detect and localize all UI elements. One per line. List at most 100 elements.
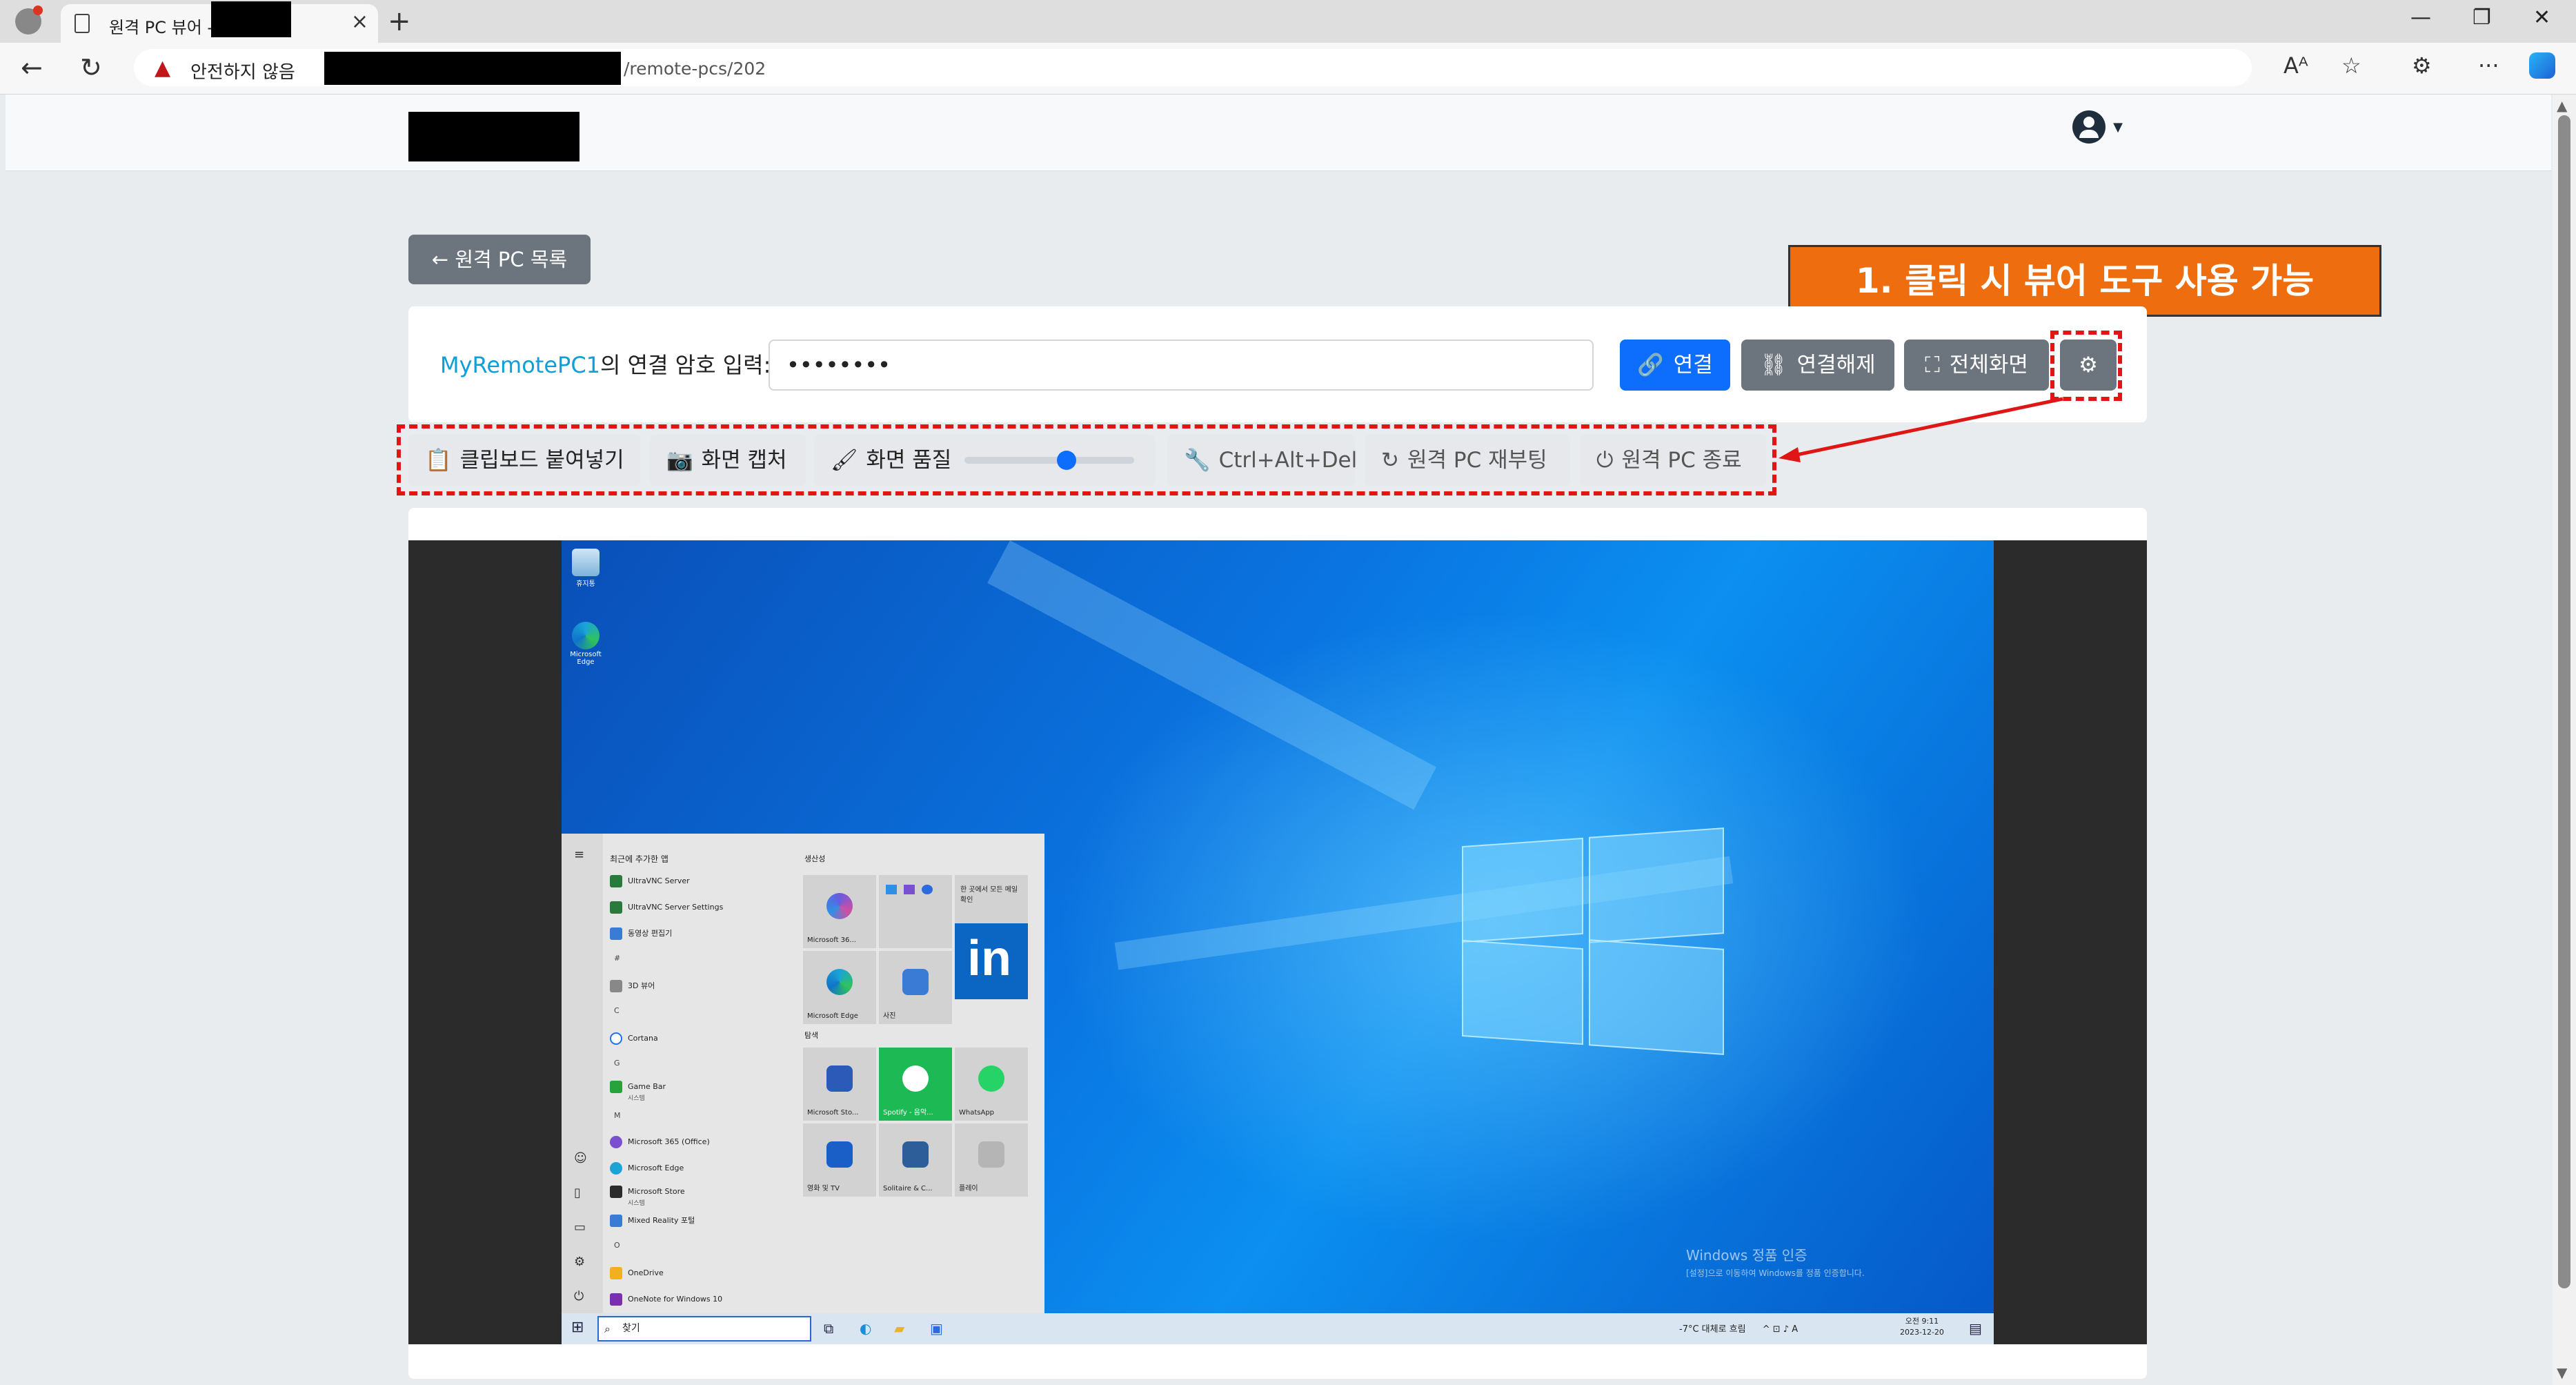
user-icon[interactable]: ☺	[574, 1151, 587, 1166]
fullscreen-button[interactable]: ⛶ 전체화면	[1904, 340, 2049, 391]
start-menu: ≡ ☺ ▯ ▭ ⚙ ⏻ 최근에 추가한 앱 UltraVNC Server Ul…	[562, 834, 1044, 1317]
close-icon[interactable]: ×	[351, 10, 368, 34]
tile-movies[interactable]: 영화 및 TV	[803, 1123, 876, 1197]
connect-button[interactable]: 🔗 연결	[1620, 340, 1730, 391]
recent-apps-header: 최근에 추가한 앱	[610, 854, 668, 864]
app-item[interactable]: Microsoft 365 (Office)	[610, 1136, 710, 1148]
refresh-icon[interactable]: ↻	[80, 52, 102, 83]
favorite-star-icon[interactable]: ☆	[2341, 52, 2361, 79]
search-icon: ⌕	[604, 1322, 611, 1335]
url-field[interactable]: ▲ 안전하지 않음 /remote-pcs/202	[134, 49, 2252, 86]
notification-icon[interactable]: ▤	[1969, 1320, 1982, 1337]
expand-icon: ⛶	[1925, 353, 1940, 377]
watermark-title: Windows 정품 인증	[1686, 1247, 1807, 1264]
taskbar-clock[interactable]: 오전 9:11 2023-12-20	[1900, 1316, 1944, 1338]
minimize-icon[interactable]: —	[2410, 6, 2431, 30]
letter-header[interactable]: C	[614, 1006, 620, 1015]
tile-solitaire[interactable]: Solitaire & C...	[879, 1123, 952, 1197]
edge-taskbar-icon[interactable]: ◐	[860, 1320, 871, 1337]
link-icon: 🔗	[1637, 353, 1664, 377]
disconnect-button[interactable]: ⛓ 연결해제	[1741, 340, 1894, 391]
task-view-icon[interactable]: ⧉	[824, 1320, 833, 1337]
redacted-block	[324, 52, 621, 85]
back-to-list-label: 원격 PC 목록	[455, 248, 568, 271]
user-menu[interactable]: ▼	[2072, 110, 2123, 144]
letter-header[interactable]: M	[614, 1111, 621, 1120]
tile-office-apps[interactable]	[879, 875, 952, 948]
app-item[interactable]: UltraVNC Server Settings	[610, 901, 723, 914]
fullscreen-label: 전체화면	[1949, 353, 2028, 377]
taskbar-search[interactable]: ⌕ 찾기	[597, 1316, 811, 1342]
scroll-thumb[interactable]	[2558, 115, 2570, 1288]
tile-edge[interactable]: Microsoft Edge	[803, 951, 876, 1024]
tile-play[interactable]: 플레이	[955, 1123, 1028, 1197]
restore-icon[interactable]: ❐	[2473, 6, 2491, 30]
back-to-list-button[interactable]: ← 원격 PC 목록	[408, 235, 591, 284]
app-item[interactable]: Mixed Reality 포털	[610, 1215, 695, 1227]
app-item[interactable]: Cortana	[610, 1032, 658, 1045]
explore-group-title: 탐색	[804, 1031, 819, 1040]
password-input[interactable]: ••••••••	[769, 340, 1594, 391]
clock-time: 오전 9:11	[1905, 1317, 1939, 1326]
remote-taskbar: ⊞ ⌕ 찾기 ⧉ ◐ ▰ ▣ -7°C 대체로 흐림 ^ ⊡ ♪ A 오전 9:…	[562, 1313, 1994, 1344]
back-arrow-icon[interactable]: ←	[21, 52, 43, 83]
app-item[interactable]: Microsoft Store 시스템	[610, 1186, 685, 1207]
extensions-icon[interactable]: ⚙	[2412, 52, 2432, 79]
connect-label: 연결	[1673, 353, 1713, 377]
tile-m365[interactable]: Microsoft 36...	[803, 875, 876, 948]
app-item[interactable]: 동영상 편집기	[610, 927, 672, 940]
weather-text[interactable]: -7°C 대체로 흐림	[1679, 1324, 1746, 1335]
arrow-left-icon: ←	[431, 248, 455, 271]
letter-header[interactable]: #	[614, 954, 620, 963]
letter-header[interactable]: O	[614, 1241, 620, 1250]
store-taskbar-icon[interactable]: ▣	[930, 1320, 943, 1337]
app-item[interactable]: Microsoft Edge	[610, 1162, 684, 1175]
hamburger-icon[interactable]: ≡	[574, 847, 584, 862]
tile-photos[interactable]: 사진	[879, 951, 952, 1024]
app-item[interactable]: 3D 뷰어	[610, 980, 655, 992]
app-item[interactable]: Game Bar 시스템	[610, 1081, 666, 1102]
plus-icon[interactable]: +	[388, 6, 411, 37]
settings-icon[interactable]: ⚙	[574, 1255, 585, 1269]
app-item[interactable]: UltraVNC Server	[610, 875, 690, 887]
ime-indicator[interactable]: A	[1792, 1324, 1798, 1335]
security-warning[interactable]: 안전하지 않음	[190, 58, 295, 84]
activation-watermark: Windows 정품 인증 [설정]으로 이동하여 Windows를 정품 인증…	[1686, 1244, 1865, 1279]
annotation-highlight-toolbar	[397, 424, 1776, 495]
tray-icons[interactable]: ^ ⊡ ♪	[1763, 1324, 1792, 1335]
more-icon[interactable]: ···	[2478, 52, 2499, 79]
read-aloud-icon[interactable]: Aᴬ	[2283, 52, 2308, 79]
file-explorer-icon[interactable]: ▰	[894, 1320, 904, 1337]
system-tray[interactable]: -7°C 대체로 흐림 ^ ⊡ ♪ A	[1679, 1322, 1798, 1335]
windows-start-icon[interactable]: ⊞	[571, 1319, 584, 1336]
tile-store[interactable]: Microsoft Sto...	[803, 1048, 876, 1121]
document-icon[interactable]: ▯	[574, 1186, 581, 1200]
app-item[interactable]: OneNote for Windows 10	[610, 1293, 722, 1306]
remote-desktop[interactable]: 휴지통 Microsoft Edge ≡ ☺ ▯ ▭ ⚙ ⏻ 최근에 추가한 앱…	[562, 540, 1994, 1344]
password-label: MyRemotePC1의 연결 암호 입력:	[440, 348, 771, 380]
site-header	[6, 95, 2551, 171]
edge-desktop-icon[interactable]: Microsoft Edge	[570, 622, 602, 666]
tile-whatsapp[interactable]: WhatsApp	[955, 1048, 1028, 1121]
user-circle-icon[interactable]	[2072, 110, 2106, 144]
start-rail: ≡ ☺ ▯ ▭ ⚙ ⏻	[562, 834, 603, 1317]
windows-logo	[1462, 827, 1724, 1055]
power-icon[interactable]: ⏻	[574, 1289, 584, 1304]
password-label-text: 의 연결 암호 입력:	[600, 352, 771, 378]
window-close-icon[interactable]: ✕	[2533, 6, 2550, 30]
page-scrollbar[interactable]: ▲ ▼	[2553, 95, 2576, 1385]
remote-screen[interactable]: 휴지통 Microsoft Edge ≡ ☺ ▯ ▭ ⚙ ⏻ 최근에 추가한 앱…	[408, 540, 2147, 1344]
picture-icon[interactable]: ▭	[574, 1220, 586, 1235]
site-logo[interactable]	[408, 112, 579, 161]
app-item[interactable]: OneDrive	[610, 1267, 664, 1279]
tile-spotify[interactable]: Spotify - 음악...	[879, 1048, 952, 1121]
tile-linkedin[interactable]: in	[955, 923, 1028, 999]
copilot-icon[interactable]	[2529, 52, 2555, 79]
scroll-up-icon[interactable]: ▲	[2557, 97, 2567, 114]
pc-name: MyRemotePC1	[440, 352, 601, 378]
recycle-bin-icon[interactable]: 휴지통	[570, 549, 602, 588]
caret-down-icon[interactable]: ▼	[2113, 120, 2123, 135]
scroll-down-icon[interactable]: ▼	[2557, 1364, 2567, 1381]
browser-tab-bar: 원격 PC 뷰어 - × + — ❐ ✕	[0, 0, 2576, 43]
letter-header[interactable]: G	[614, 1059, 620, 1068]
